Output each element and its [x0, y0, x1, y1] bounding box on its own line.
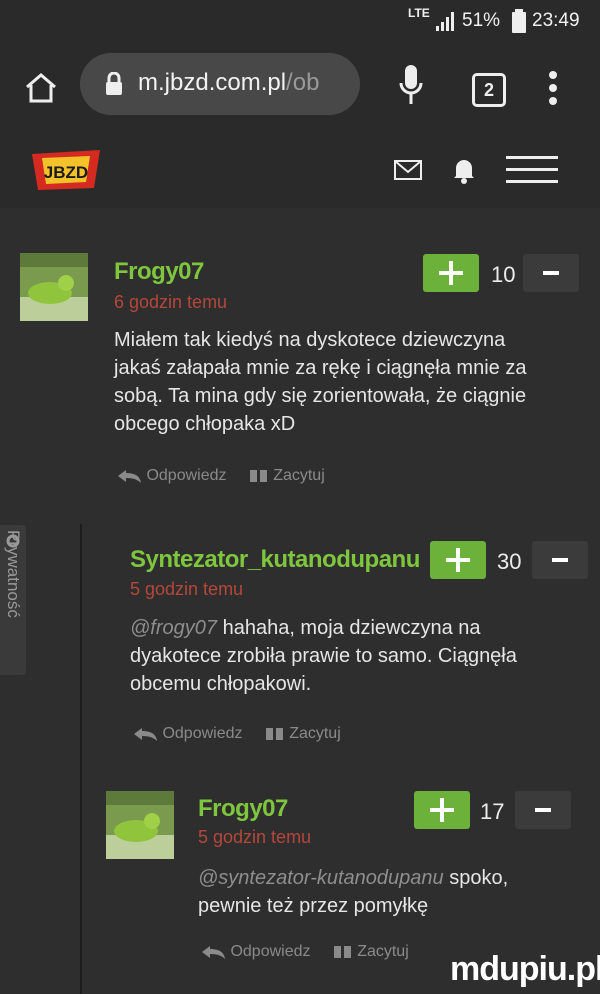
- browser-toolbar: m.jbzd.com.pl/ob 2: [0, 42, 600, 132]
- hamburger-menu-icon[interactable]: [506, 154, 558, 186]
- site-header: JBZD: [0, 132, 600, 208]
- signal-icon: [436, 12, 454, 31]
- reply-label: Odpowiedz: [162, 725, 243, 742]
- url-host: m.jbzd.com.pl: [138, 69, 287, 96]
- thread-line: [80, 524, 82, 994]
- comment-text: Miałem tak kiedyś na dyskotece dziewczyn…: [114, 326, 554, 438]
- reply-button[interactable]: Odpowiedz: [116, 467, 227, 485]
- upvote-button[interactable]: [414, 791, 470, 829]
- comment-body: Miałem tak kiedyś na dyskotece dziewczyn…: [114, 329, 527, 435]
- comment-actions: Odpowiedz Zacytuj: [116, 467, 325, 485]
- upvote-button[interactable]: [423, 254, 479, 292]
- home-icon[interactable]: [24, 72, 58, 104]
- comment-time: 6 godzin temu: [114, 292, 228, 312]
- logo-lettering: JBZD: [44, 163, 88, 182]
- quote-button[interactable]: Zacytuj: [249, 467, 325, 485]
- reply-icon: [134, 728, 157, 741]
- reply-icon: [202, 946, 225, 959]
- comment-actions: Odpowiedz Zacytuj: [132, 725, 341, 743]
- comment-text: @syntezator-kutanodupanu spoko, pewnie t…: [198, 864, 568, 920]
- privacy-label: Prywatność: [4, 530, 23, 618]
- downvote-button[interactable]: [532, 541, 588, 579]
- quote-button[interactable]: Zacytuj: [333, 943, 409, 961]
- clock: 23:49: [532, 10, 580, 31]
- site-logo[interactable]: JBZD: [28, 148, 104, 192]
- url-text: m.jbzd.com.pl/ob: [138, 69, 319, 97]
- reply-label: Odpowiedz: [230, 943, 311, 960]
- mail-icon[interactable]: [394, 160, 422, 180]
- quote-button[interactable]: Zacytuj: [265, 725, 341, 743]
- upvote-button[interactable]: [430, 541, 486, 579]
- reply-label: Odpowiedz: [146, 467, 227, 484]
- tab-switcher-button[interactable]: 2: [472, 73, 506, 107]
- quote-icon: [249, 470, 267, 482]
- mention-link[interactable]: @frogy07: [130, 617, 217, 639]
- quote-icon: [265, 728, 283, 740]
- reply-button[interactable]: Odpowiedz: [132, 725, 243, 743]
- battery-percent: 51%: [462, 10, 501, 31]
- address-bar[interactable]: m.jbzd.com.pl/ob: [80, 53, 360, 115]
- comment-text: @frogy07 hahaha, moja dziewczyna na dyak…: [130, 614, 560, 698]
- avatar[interactable]: [106, 791, 174, 859]
- watermark: mdupiu.pl: [450, 950, 600, 988]
- privacy-side-tab[interactable]: Prywatność: [0, 525, 26, 675]
- reply-icon: [118, 470, 141, 483]
- status-bar: LTE 51% 23:49: [0, 0, 600, 42]
- comment-score: 10: [491, 262, 516, 287]
- comment-username[interactable]: Syntezator_kutanodupanu: [130, 546, 420, 574]
- comment-time: 5 godzin temu: [198, 827, 312, 847]
- url-path: /ob: [286, 69, 320, 96]
- quote-icon: [333, 946, 351, 958]
- reply-button[interactable]: Odpowiedz: [200, 943, 311, 961]
- avatar[interactable]: [20, 253, 88, 321]
- quote-label: Zacytuj: [273, 467, 325, 484]
- network-type: LTE: [408, 6, 430, 20]
- comment-username[interactable]: Frogy07: [114, 258, 204, 286]
- lock-icon: [106, 72, 122, 95]
- more-menu-icon[interactable]: [547, 70, 559, 106]
- comment-actions: Odpowiedz Zacytuj: [200, 943, 409, 961]
- downvote-button[interactable]: [523, 254, 579, 292]
- comment-score: 17: [480, 799, 505, 824]
- bell-icon[interactable]: [452, 156, 476, 184]
- downvote-button[interactable]: [515, 791, 571, 829]
- battery-icon: [512, 9, 526, 33]
- tab-count: 2: [483, 80, 494, 100]
- quote-label: Zacytuj: [289, 725, 341, 742]
- comment-username[interactable]: Frogy07: [198, 795, 288, 823]
- comment-time: 5 godzin temu: [130, 579, 244, 599]
- microphone-icon[interactable]: [398, 64, 424, 108]
- quote-label: Zacytuj: [357, 943, 409, 960]
- mention-link[interactable]: @syntezator-kutanodupanu: [198, 867, 444, 889]
- comment-score: 30: [497, 549, 522, 574]
